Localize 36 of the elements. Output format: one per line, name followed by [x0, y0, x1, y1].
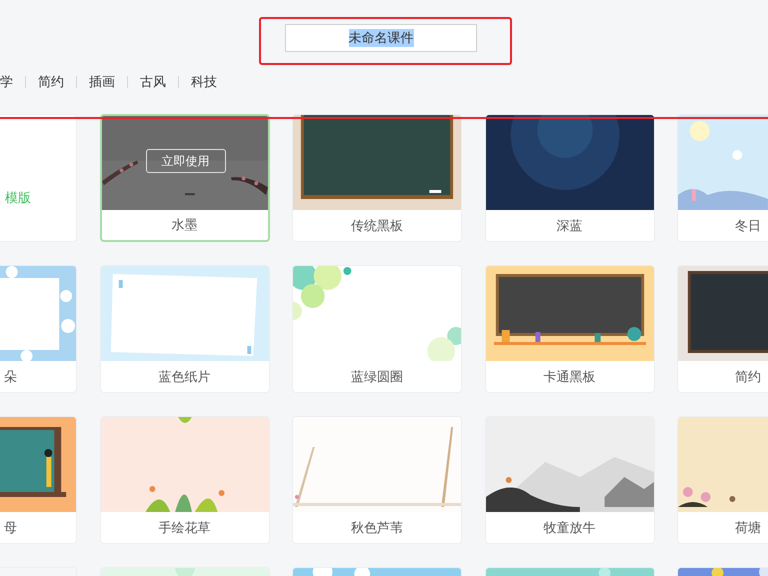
category-tab[interactable]: 插画	[77, 73, 127, 91]
template-name: 传统黑板	[351, 218, 403, 234]
template-name: 蓝绿圆圈	[351, 368, 403, 386]
template-name: 简约	[735, 368, 761, 386]
template-card[interactable]: 蓝色纸片	[100, 265, 270, 393]
template-name: 冬日	[735, 218, 761, 234]
template-name: 秋色芦苇	[351, 520, 403, 536]
category-tab[interactable]: 古风	[128, 73, 178, 91]
template-card[interactable]: 母	[0, 416, 77, 544]
category-tab[interactable]: 科技	[179, 73, 229, 91]
template-card[interactable]: 朵	[0, 265, 77, 393]
template-card[interactable]: 牧童放牛	[484, 416, 654, 544]
template-name: 水墨	[172, 217, 198, 234]
template-name: 牧童放牛	[544, 520, 596, 536]
template-name: 卡通黑板	[544, 368, 596, 386]
template-name: 深蓝	[556, 218, 582, 234]
template-card[interactable]: 卡通黑板	[484, 265, 654, 393]
template-card[interactable]: 立即使用 水墨	[100, 114, 270, 242]
template-card[interactable]: 传统黑板	[292, 114, 462, 242]
template-name: 母	[4, 520, 17, 536]
template-name: 蓝色纸片	[158, 368, 210, 386]
category-tab[interactable]: 学	[0, 73, 25, 91]
template-card[interactable]: 简约	[677, 265, 768, 393]
use-now-button[interactable]: 立即使用	[146, 149, 226, 173]
template-card[interactable]: 深蓝	[484, 114, 654, 242]
template-card[interactable]: 荷塘	[677, 416, 768, 544]
title-field[interactable]: 未命名课件	[285, 24, 477, 52]
template-card[interactable]: 冬日	[677, 114, 768, 242]
blank-template-label: 模版	[5, 190, 31, 207]
template-name: 手绘花草	[158, 520, 210, 536]
template-card[interactable]: 秋色芦苇	[292, 416, 462, 544]
category-tab[interactable]: 简约	[26, 73, 76, 91]
template-name: 荷塘	[735, 520, 761, 536]
template-card[interactable]: 蓝绿圆圈	[292, 265, 462, 393]
template-name: 朵	[4, 368, 17, 386]
template-card[interactable]: 手绘花草	[100, 416, 270, 544]
